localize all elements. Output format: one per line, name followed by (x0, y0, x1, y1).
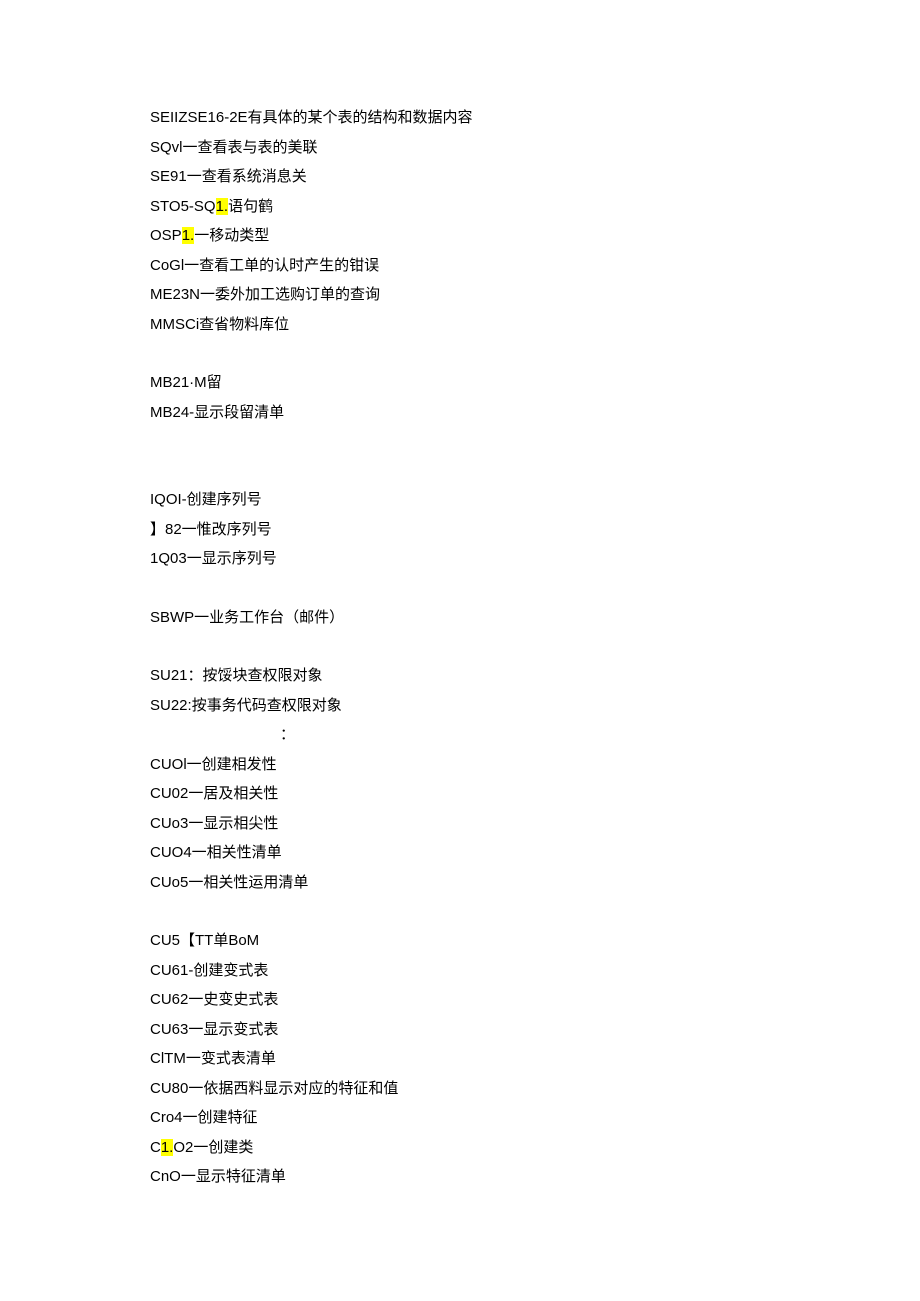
text-span: 语句鹤 (228, 198, 273, 215)
text-line: MMSCi查省物料库位 (150, 317, 770, 332)
document-page: SEIIZSE16-2E有具体的某个表的结构和数据内容 SQvl一查看表与表的美… (0, 0, 920, 1301)
text-line: SBWP一业务工作台（邮件） (150, 610, 770, 625)
text-line: CU80一依据西料显示对应的特征和值 (150, 1081, 770, 1096)
text-line: CUOl一创建相发性 (150, 757, 770, 772)
blank-line (150, 463, 770, 492)
text-span: 一移动类型 (194, 227, 269, 244)
text-line: 】82一惟改序列号 (150, 522, 770, 537)
text-span: O2一创建类 (173, 1139, 253, 1156)
text-line: CUO4一相关性清单 (150, 845, 770, 860)
text-line: SU21：按馁块查权限对象 (150, 668, 770, 683)
text-line: SEIIZSE16-2E有具体的某个表的结构和数据内容 (150, 110, 770, 125)
text-line: SU22:按事务代码查权限对象 (150, 698, 770, 713)
text-line: IQOI-创建序列号 (150, 492, 770, 507)
highlight-span: 1. (182, 227, 195, 244)
text-line: CUo3一显示相尖性 (150, 816, 770, 831)
text-line: C1.O2一创建类 (150, 1140, 770, 1155)
text-line: CU02一居及相关性 (150, 786, 770, 801)
text-line: CUo5一相关性运用清单 (150, 875, 770, 890)
text-span: C (150, 1139, 161, 1156)
text-line: CU61-创建变式表 (150, 963, 770, 978)
text-line: CoGl一查看工单的认时产生的钳误 (150, 258, 770, 273)
highlight-span: 1. (161, 1139, 174, 1156)
text-line: OSP1.一移动类型 (150, 228, 770, 243)
blank-line (150, 434, 770, 463)
text-line: CnO一显示特征清单 (150, 1169, 770, 1184)
colon-line: ： (150, 727, 770, 742)
text-line: Cro4一创建特征 (150, 1110, 770, 1125)
text-line: MB21·M留 (150, 375, 770, 390)
text-line: CU63一显示变式表 (150, 1022, 770, 1037)
text-line: CU62一史变史式表 (150, 992, 770, 1007)
text-line: STO5-SQ1.语句鹤 (150, 199, 770, 214)
text-line: CU5【TT单BoM (150, 933, 770, 948)
text-span: STO5-SQ (150, 198, 216, 215)
blank-line (150, 639, 770, 668)
text-line: SE91一查看系统消息关 (150, 169, 770, 184)
text-line: 1Q03一显示序列号 (150, 551, 770, 566)
text-line: ClTM一变式表清单 (150, 1051, 770, 1066)
blank-line (150, 904, 770, 933)
text-line: ME23N一委外加工选购订单的查询 (150, 287, 770, 302)
blank-line (150, 346, 770, 375)
text-span: OSP (150, 227, 182, 244)
text-line: MB24-显示段留清单 (150, 405, 770, 420)
blank-line (150, 581, 770, 610)
highlight-span: 1. (216, 198, 229, 215)
text-line: SQvl一查看表与表的美联 (150, 140, 770, 155)
